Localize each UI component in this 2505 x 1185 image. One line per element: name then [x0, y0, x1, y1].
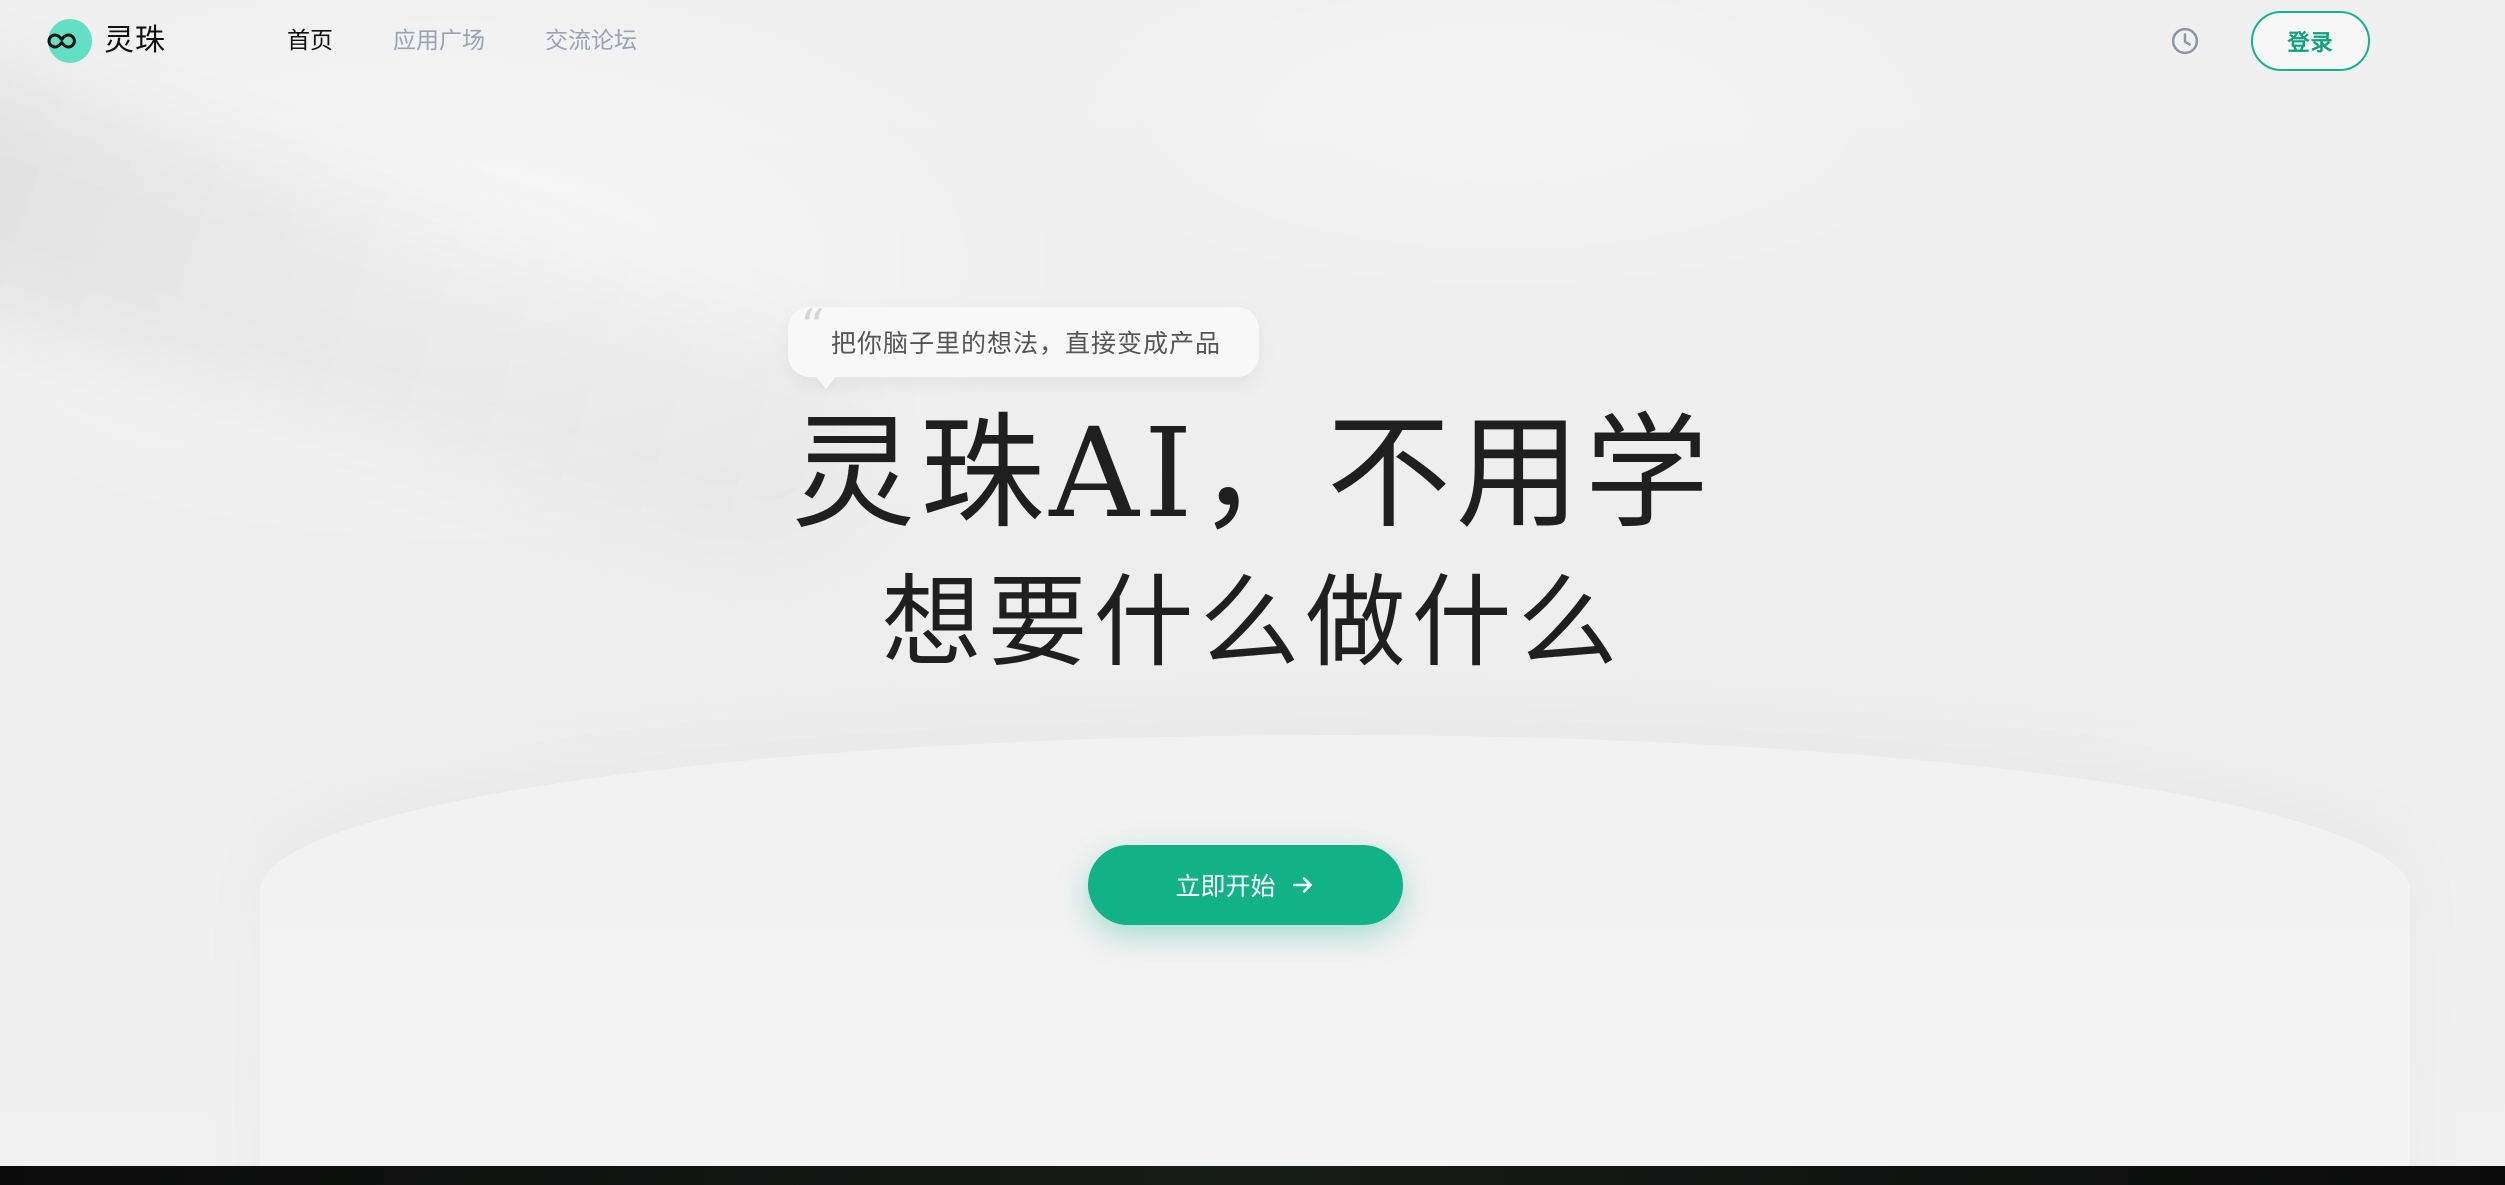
headline-line1: 灵珠AI，不用学 — [791, 402, 1714, 546]
brand-logo[interactable]: 灵珠 — [44, 17, 166, 65]
infinity-logo-icon — [44, 17, 92, 65]
main-nav: 首页 应用广场 交流论坛 — [287, 24, 637, 58]
bubble-tail — [816, 377, 836, 389]
start-now-button[interactable]: 立即开始 — [1088, 845, 1403, 925]
arrow-right-icon — [1292, 877, 1312, 893]
headline-line2: 想要什么做什么 — [881, 564, 1624, 681]
nav-item-forum[interactable]: 交流论坛 — [545, 24, 637, 58]
bottom-strip — [0, 1166, 2505, 1185]
login-button[interactable]: 登录 — [2251, 11, 2370, 71]
start-now-label: 立即开始 — [1175, 872, 1276, 901]
brand-name: 灵珠 — [104, 23, 166, 58]
history-button[interactable] — [2168, 24, 2202, 58]
infinity-icon — [47, 33, 76, 49]
tagline-bubble: 把你脑子里的想法，直接变成产品 — [788, 299, 1260, 389]
nav-item-home[interactable]: 首页 — [287, 24, 333, 58]
top-header: 灵珠 首页 应用广场 交流论坛 登录 — [0, 0, 2505, 82]
tagline-text: 把你脑子里的想法，直接变成产品 — [831, 329, 1222, 358]
hero-section: 把你脑子里的想法，直接变成产品 灵珠AI，不用学 想要什么做什么 立即开始 — [0, 0, 2505, 1185]
nav-item-app-square[interactable]: 应用广场 — [393, 24, 485, 58]
clock-icon — [2171, 27, 2199, 55]
